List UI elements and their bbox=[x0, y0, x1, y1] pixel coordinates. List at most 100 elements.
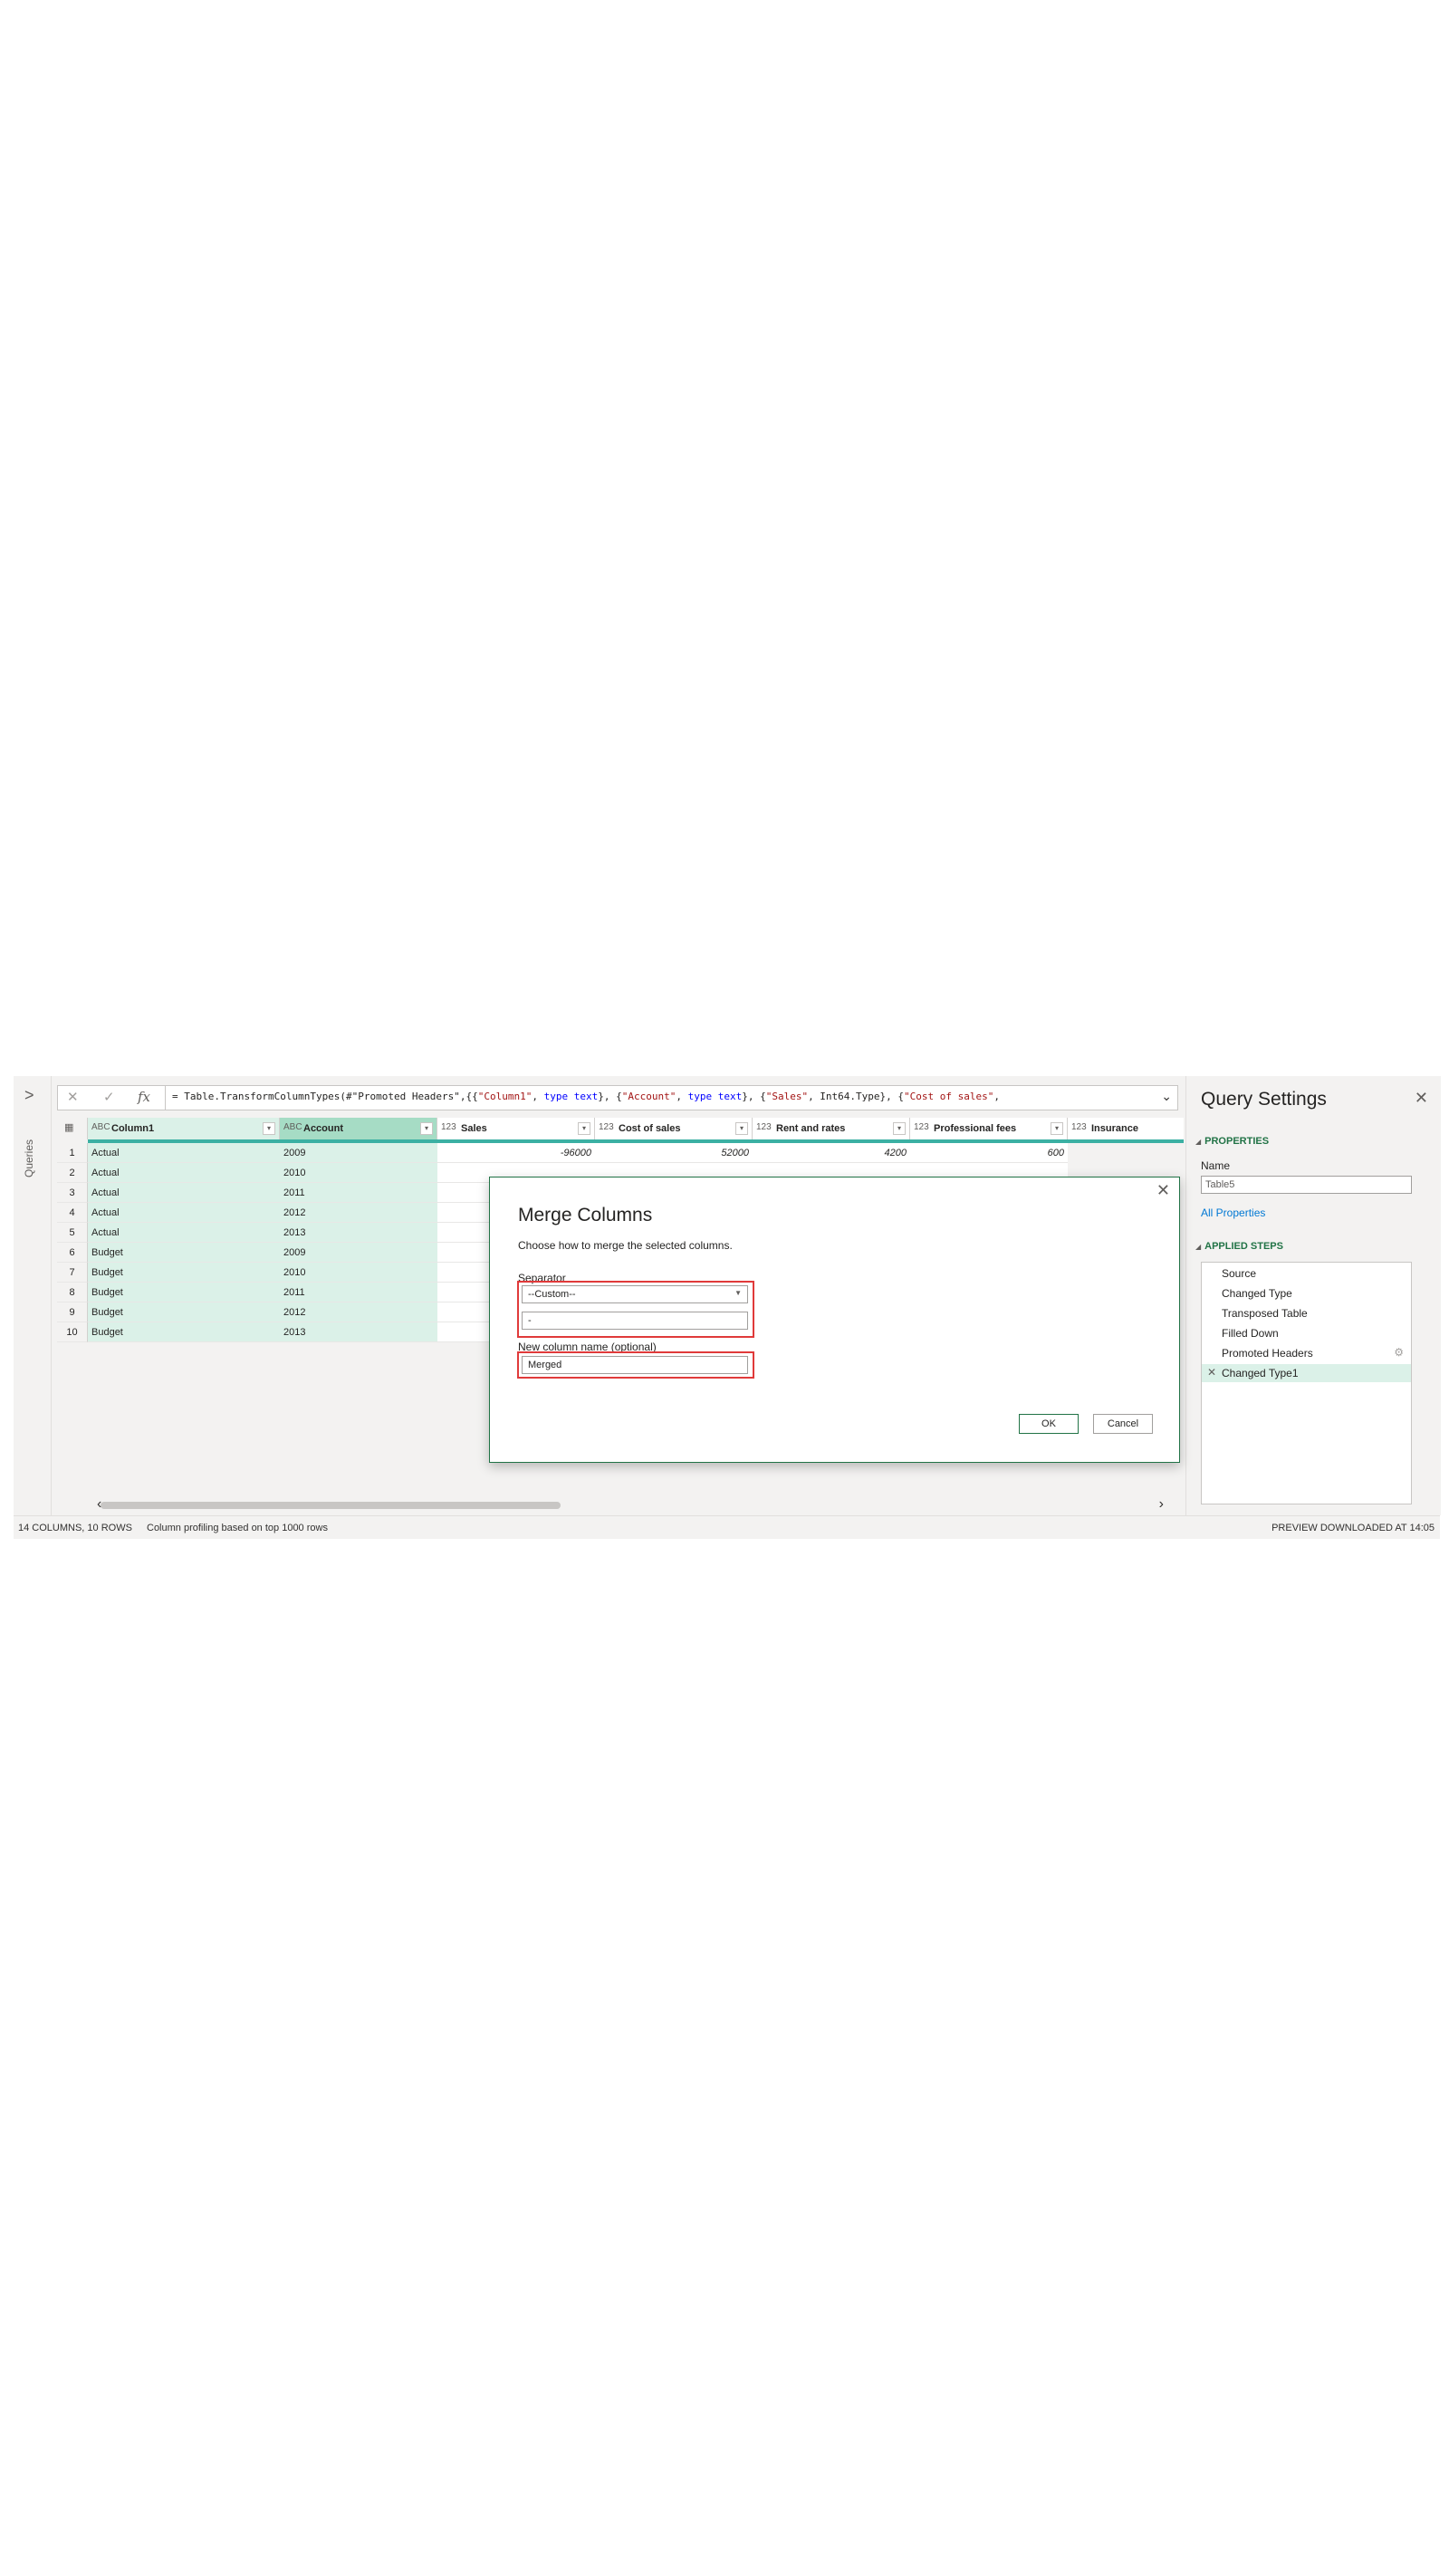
scrollbar-thumb[interactable] bbox=[101, 1502, 561, 1509]
step-filled-down[interactable]: Filled Down bbox=[1202, 1324, 1411, 1342]
column-header-insurance[interactable]: 123 Insurance bbox=[1068, 1118, 1184, 1139]
step-changed-type[interactable]: Changed Type bbox=[1202, 1284, 1411, 1302]
formula-keyword: type text bbox=[687, 1091, 743, 1102]
cell-column1[interactable]: Actual bbox=[88, 1183, 280, 1203]
dialog-title: Merge Columns bbox=[518, 1205, 653, 1226]
filter-dropdown-icon[interactable]: ▾ bbox=[735, 1122, 748, 1135]
step-transposed-table[interactable]: Transposed Table bbox=[1202, 1304, 1411, 1322]
cell-column1[interactable]: Budget bbox=[88, 1243, 280, 1263]
table-row[interactable]: 1 Actual 2009 -96000 52000 4200 600 bbox=[57, 1143, 1184, 1163]
commit-formula-icon[interactable]: ✓ bbox=[103, 1089, 115, 1105]
cell-account[interactable]: 2011 bbox=[280, 1283, 437, 1302]
column-header-account[interactable]: ABC Account ▾ bbox=[280, 1118, 437, 1139]
cell-column1[interactable]: Budget bbox=[88, 1322, 280, 1342]
custom-separator-input[interactable]: - bbox=[522, 1312, 748, 1330]
formula-part: , Int64.Type}, { bbox=[808, 1091, 905, 1102]
column-header-label: Cost of sales bbox=[619, 1123, 681, 1134]
text-type-icon[interactable]: ABC bbox=[91, 1122, 110, 1132]
column-header-rent-and-rates[interactable]: 123 Rent and rates ▾ bbox=[753, 1118, 910, 1139]
filter-dropdown-icon[interactable]: ▾ bbox=[420, 1122, 433, 1135]
step-changed-type1[interactable]: ✕ Changed Type1 bbox=[1202, 1364, 1411, 1382]
formula-string: "Cost of sales" bbox=[904, 1091, 994, 1102]
cell-account[interactable]: 2010 bbox=[280, 1263, 437, 1283]
cell-account[interactable]: 2010 bbox=[280, 1163, 437, 1183]
row-number[interactable]: 1 bbox=[57, 1143, 88, 1163]
row-number[interactable]: 3 bbox=[57, 1183, 88, 1203]
filter-dropdown-icon[interactable]: ▾ bbox=[893, 1122, 906, 1135]
column-header-label: Account bbox=[303, 1123, 343, 1134]
cell-account[interactable]: 2009 bbox=[280, 1243, 437, 1263]
cell-cost-of-sales[interactable]: 52000 bbox=[595, 1143, 753, 1163]
table-menu-button[interactable]: ▦ bbox=[57, 1118, 88, 1139]
row-number[interactable]: 7 bbox=[57, 1263, 88, 1283]
cell-column1[interactable]: Budget bbox=[88, 1263, 280, 1283]
applied-steps-header[interactable]: ◢ APPLIED STEPS bbox=[1195, 1241, 1283, 1252]
status-bar: 14 COLUMNS, 10 ROWS Column profiling bas… bbox=[14, 1515, 1440, 1539]
delete-step-icon[interactable]: ✕ bbox=[1207, 1366, 1216, 1379]
query-name-input[interactable]: Table5 bbox=[1201, 1176, 1412, 1194]
cell-account[interactable]: 2012 bbox=[280, 1302, 437, 1322]
cell-column1[interactable]: Budget bbox=[88, 1302, 280, 1322]
queries-label[interactable]: Queries bbox=[23, 1139, 35, 1177]
close-icon[interactable]: ✕ bbox=[1415, 1089, 1428, 1108]
cell-account[interactable]: 2013 bbox=[280, 1223, 437, 1243]
cell-column1[interactable]: Actual bbox=[88, 1163, 280, 1183]
row-number[interactable]: 5 bbox=[57, 1223, 88, 1243]
filter-dropdown-icon[interactable]: ▾ bbox=[263, 1122, 275, 1135]
step-label: Transposed Table bbox=[1222, 1307, 1308, 1320]
function-icon[interactable]: fx bbox=[138, 1089, 150, 1105]
column-header-label: Column1 bbox=[111, 1123, 155, 1134]
row-number[interactable]: 10 bbox=[57, 1322, 88, 1342]
all-properties-link[interactable]: All Properties bbox=[1201, 1206, 1265, 1219]
step-label: Promoted Headers bbox=[1222, 1347, 1313, 1360]
filter-dropdown-icon[interactable]: ▾ bbox=[1051, 1122, 1063, 1135]
formula-bar: ✕ ✓ fx = Table.TransformColumnTypes(#"Pr… bbox=[57, 1085, 1178, 1110]
gear-icon[interactable]: ⚙ bbox=[1394, 1346, 1404, 1359]
properties-header[interactable]: ◢ PROPERTIES bbox=[1195, 1136, 1269, 1147]
cell-column1[interactable]: Budget bbox=[88, 1283, 280, 1302]
cell-column1[interactable]: Actual bbox=[88, 1143, 280, 1163]
number-type-icon[interactable]: 123 bbox=[914, 1122, 929, 1132]
expand-queries-button[interactable]: > bbox=[24, 1086, 34, 1105]
row-number[interactable]: 2 bbox=[57, 1163, 88, 1183]
cell-rent-and-rates[interactable]: 4200 bbox=[753, 1143, 910, 1163]
step-label: Changed Type1 bbox=[1222, 1367, 1299, 1379]
row-number[interactable]: 9 bbox=[57, 1302, 88, 1322]
column-header-sales[interactable]: 123 Sales ▾ bbox=[437, 1118, 595, 1139]
column-header-cost-of-sales[interactable]: 123 Cost of sales ▾ bbox=[595, 1118, 753, 1139]
filter-dropdown-icon[interactable]: ▾ bbox=[578, 1122, 590, 1135]
cancel-formula-icon[interactable]: ✕ bbox=[67, 1089, 79, 1105]
step-source[interactable]: Source bbox=[1202, 1264, 1411, 1283]
step-promoted-headers[interactable]: Promoted Headers ⚙ bbox=[1202, 1344, 1411, 1362]
row-number[interactable]: 8 bbox=[57, 1283, 88, 1302]
formula-input[interactable]: = Table.TransformColumnTypes(#"Promoted … bbox=[172, 1091, 1155, 1102]
cell-account[interactable]: 2012 bbox=[280, 1203, 437, 1223]
cell-account[interactable]: 2009 bbox=[280, 1143, 437, 1163]
cell-professional-fees[interactable]: 600 bbox=[910, 1143, 1068, 1163]
profiling-scope[interactable]: Column profiling based on top 1000 rows bbox=[147, 1523, 328, 1533]
row-number[interactable]: 6 bbox=[57, 1243, 88, 1263]
horizontal-scrollbar[interactable]: ‹ › bbox=[57, 1496, 1184, 1513]
formula-string: "Column1" bbox=[477, 1091, 533, 1102]
text-type-icon[interactable]: ABC bbox=[283, 1122, 302, 1132]
cell-column1[interactable]: Actual bbox=[88, 1203, 280, 1223]
separator-select[interactable]: --Custom-- ▼ bbox=[522, 1285, 748, 1303]
number-type-icon[interactable]: 123 bbox=[1071, 1122, 1087, 1132]
ok-button[interactable]: OK bbox=[1019, 1414, 1079, 1434]
cell-sales[interactable]: -96000 bbox=[437, 1143, 595, 1163]
scroll-right-icon[interactable]: › bbox=[1159, 1496, 1164, 1513]
column-header-column1[interactable]: ABC Column1 ▾ bbox=[88, 1118, 280, 1139]
cancel-button[interactable]: Cancel bbox=[1093, 1414, 1153, 1434]
column-header-professional-fees[interactable]: 123 Professional fees ▾ bbox=[910, 1118, 1068, 1139]
cell-account[interactable]: 2013 bbox=[280, 1322, 437, 1342]
expand-formula-icon[interactable]: ⌄ bbox=[1161, 1089, 1172, 1104]
number-type-icon[interactable]: 123 bbox=[756, 1122, 772, 1132]
cell-account[interactable]: 2011 bbox=[280, 1183, 437, 1203]
number-type-icon[interactable]: 123 bbox=[441, 1122, 456, 1132]
number-type-icon[interactable]: 123 bbox=[599, 1122, 614, 1132]
new-column-name-input[interactable]: Merged bbox=[522, 1356, 748, 1374]
cell-column1[interactable]: Actual bbox=[88, 1223, 280, 1243]
query-settings-pane: Query Settings ✕ ◢ PROPERTIES Name Table5… bbox=[1185, 1076, 1441, 1515]
row-number[interactable]: 4 bbox=[57, 1203, 88, 1223]
close-icon[interactable]: ✕ bbox=[1156, 1181, 1170, 1200]
